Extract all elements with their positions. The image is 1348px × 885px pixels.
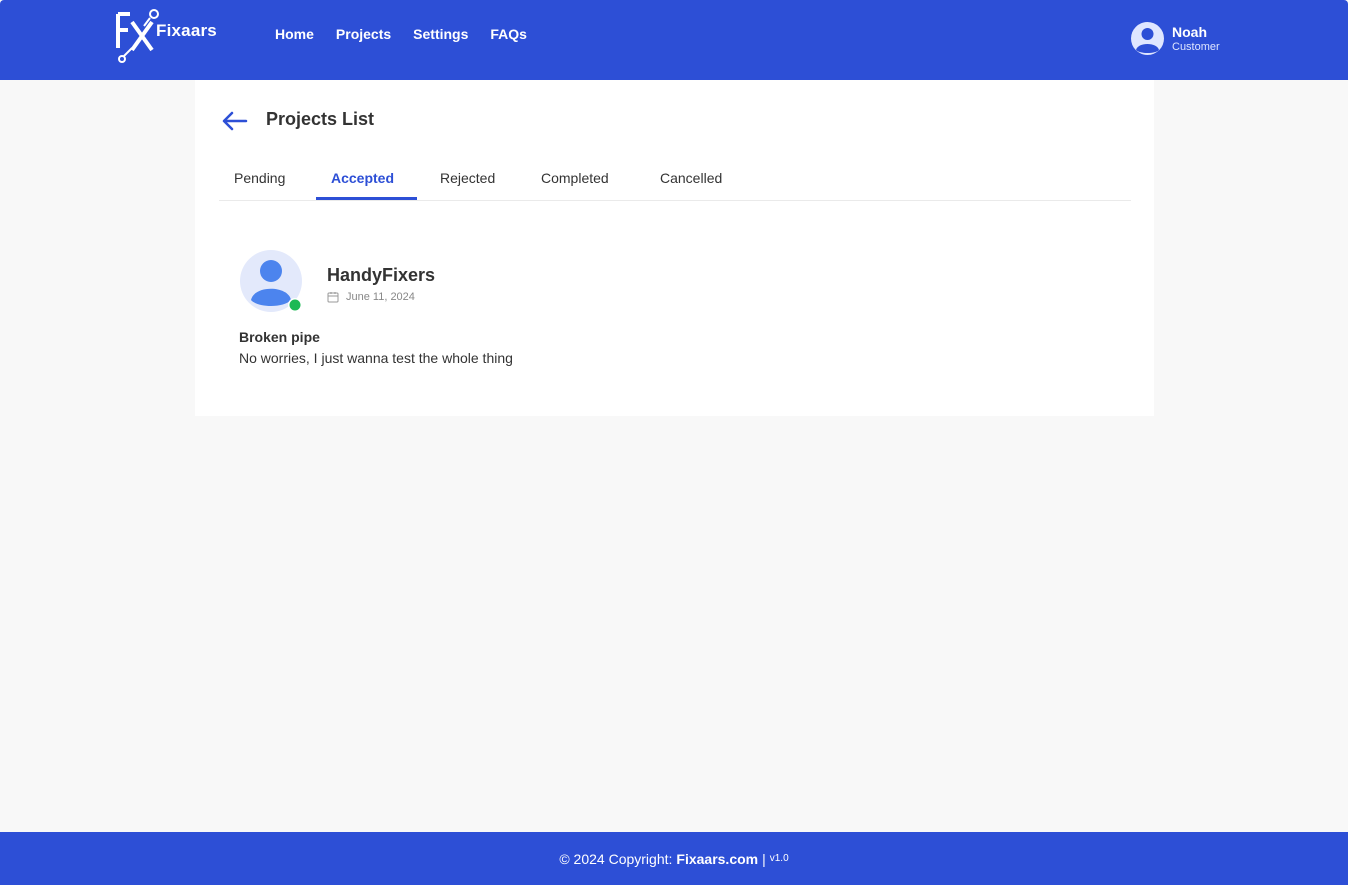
tab-cancelled[interactable]: Cancelled — [660, 170, 722, 200]
company-avatar-icon — [240, 250, 302, 312]
main-nav: Home Projects Settings FAQs — [275, 26, 527, 42]
active-tab-indicator — [316, 197, 417, 200]
user-role: Customer — [1172, 41, 1220, 53]
project-date: June 11, 2024 — [346, 291, 415, 303]
app-version: v1.0 — [769, 853, 789, 864]
nav-projects[interactable]: Projects — [336, 26, 391, 42]
copyright-text: © 2024 Copyright: — [559, 850, 673, 867]
footer-separator: | — [762, 850, 766, 867]
online-status-dot — [289, 299, 301, 311]
project-date-row: June 11, 2024 — [327, 291, 415, 303]
calendar-icon — [327, 292, 339, 303]
brand-name: Fixaars — [156, 21, 217, 40]
nav-settings[interactable]: Settings — [413, 26, 468, 42]
user-info: Noah Customer — [1172, 22, 1220, 53]
user-name: Noah — [1172, 24, 1207, 40]
project-title: Broken pipe — [239, 329, 320, 345]
footer-site-link[interactable]: Fixaars.com — [676, 851, 758, 867]
projects-panel: Projects List Pending Accepted Rejected … — [195, 80, 1154, 416]
company-name[interactable]: HandyFixers — [327, 265, 435, 286]
tab-accepted[interactable]: Accepted — [331, 170, 394, 200]
user-avatar-icon — [1131, 22, 1164, 55]
project-description: No worries, I just wanna test the whole … — [239, 350, 513, 366]
nav-faqs[interactable]: FAQs — [490, 26, 527, 42]
tab-pending[interactable]: Pending — [234, 170, 285, 200]
user-menu[interactable]: Noah Customer — [1131, 22, 1220, 55]
top-navbar: Fixaars Home Projects Settings FAQs Noah… — [0, 0, 1348, 80]
page-title: Projects List — [266, 109, 375, 129]
status-tabs: Pending Accepted Rejected Completed Canc… — [219, 166, 1131, 201]
nav-home[interactable]: Home — [275, 26, 314, 42]
arrow-left-icon[interactable] — [222, 110, 248, 132]
fx-logo-icon — [116, 9, 159, 63]
tab-completed[interactable]: Completed — [541, 170, 609, 200]
brand-logo[interactable]: Fixaars — [114, 8, 234, 64]
footer: © 2024 Copyright: Fixaars.com | v1.0 — [0, 832, 1348, 885]
tab-rejected[interactable]: Rejected — [440, 170, 495, 200]
